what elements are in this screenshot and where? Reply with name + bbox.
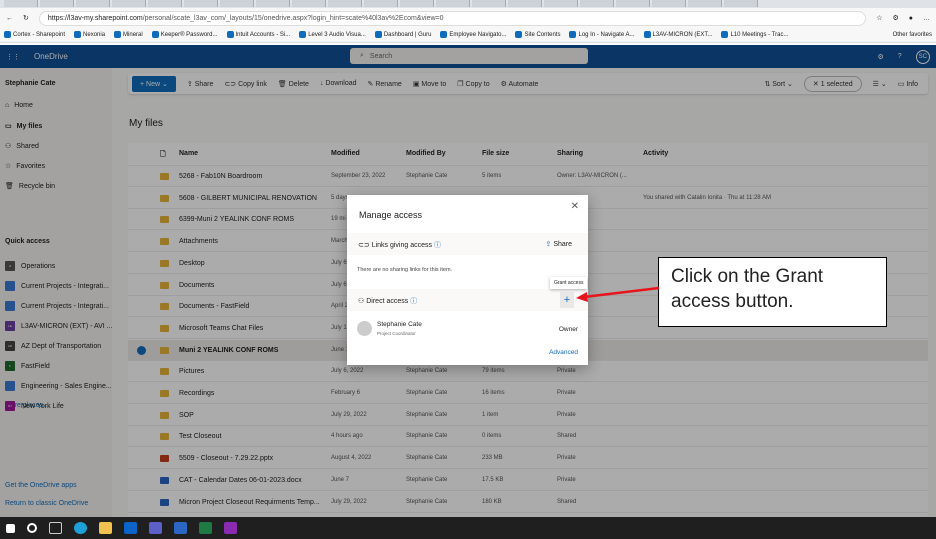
- address-bar[interactable]: https://l3av-my.sharepoint.com/personal/…: [38, 10, 867, 26]
- person-name: Stephanie Cate: [377, 321, 422, 328]
- refresh-icon[interactable]: ↻: [23, 14, 29, 22]
- bookmark-item[interactable]: Site Contents: [515, 31, 561, 39]
- address-row: ← ↻ https://l3av-my.sharepoint.com/perso…: [0, 8, 936, 28]
- bookmark-item[interactable]: Level 3 Audio Visua...: [299, 31, 366, 39]
- bookmark-label: Mineral: [123, 32, 143, 39]
- bookmark-label: Employee Navigato...: [449, 32, 507, 39]
- bookmark-favicon-icon: [569, 31, 577, 39]
- instruction-callout: Click on the Grant access button.: [658, 257, 887, 327]
- callout-arrow: [576, 286, 660, 302]
- bookmark-item[interactable]: Nexonia: [74, 31, 106, 39]
- bookmark-item[interactable]: Cortex - Sharepoint: [4, 31, 66, 39]
- dialog-title: Manage access: [359, 210, 423, 220]
- person-job-title: Project Coordinator: [377, 331, 416, 336]
- teams-icon[interactable]: [149, 522, 162, 534]
- bookmark-label: L10 Meetings - Trac...: [730, 32, 789, 39]
- extensions-icon[interactable]: ⚙: [892, 14, 898, 22]
- links-section-header: ⊂⊃ Links giving access ⓘ ⇪ Share: [347, 233, 588, 255]
- bookmark-label: Log In - Navigate A...: [578, 32, 635, 39]
- direct-access-title: ⚇ Direct access ⓘ: [358, 298, 418, 305]
- bookmark-favicon-icon: [299, 31, 307, 39]
- bookmark-label: Level 3 Audio Visua...: [308, 32, 366, 39]
- bookmark-item[interactable]: Log In - Navigate A...: [569, 31, 635, 39]
- direct-access-header: ⚇ Direct access ⓘ +: [347, 289, 588, 311]
- excel-icon[interactable]: [199, 522, 212, 534]
- bookmarks-bar: Cortex - Sharepoint Nexonia Mineral Keeper®…: [0, 28, 936, 43]
- bookmark-label: L3AV-MICRON (EXT...: [652, 32, 713, 39]
- bookmark-item[interactable]: Employee Navigato...: [440, 31, 507, 39]
- advanced-link[interactable]: Advanced: [549, 349, 578, 356]
- bookmark-item[interactable]: Keeper® Password...: [151, 31, 218, 39]
- outlook-icon[interactable]: [124, 522, 137, 534]
- profile-icon[interactable]: ●: [909, 15, 913, 22]
- more-icon[interactable]: …: [923, 15, 930, 22]
- start-icon[interactable]: [6, 523, 15, 533]
- bookmark-label: Dashboard | Guru: [383, 32, 432, 39]
- manage-access-dialog: Manage access ✕ ⊂⊃ Links giving access ⓘ…: [347, 195, 588, 365]
- links-title: ⊂⊃ Links giving access ⓘ: [358, 242, 441, 249]
- bookmark-item[interactable]: Dashboard | Guru: [374, 31, 432, 39]
- bookmark-label: Keeper® Password...: [160, 32, 218, 39]
- edge-icon[interactable]: [74, 522, 87, 534]
- task-view-icon[interactable]: [49, 522, 62, 534]
- back-icon[interactable]: ←: [6, 15, 13, 22]
- search-taskbar-icon[interactable]: [27, 523, 37, 533]
- bookmark-favicon-icon: [226, 31, 234, 39]
- permission-dropdown[interactable]: Owner: [559, 326, 578, 333]
- close-icon[interactable]: ✕: [571, 201, 579, 212]
- bookmark-favicon-icon: [643, 31, 651, 39]
- favorites-star-icon[interactable]: ☆: [876, 14, 882, 22]
- url-path: /personal/scate_l3av_com/_layouts/15/one…: [142, 14, 444, 22]
- bookmark-favicon-icon: [721, 31, 729, 39]
- other-favorites[interactable]: Other favorites: [893, 32, 932, 38]
- person-avatar: [357, 321, 372, 336]
- bookmark-item[interactable]: L10 Meetings - Trac...: [721, 31, 789, 39]
- bookmark-label: Intuit Accounts - Si...: [235, 32, 291, 39]
- bookmark-favicon-icon: [114, 31, 122, 39]
- file-explorer-icon[interactable]: [99, 522, 112, 534]
- bookmark-favicon-icon: [440, 31, 448, 39]
- taskbar: [0, 517, 936, 539]
- bookmark-item[interactable]: Intuit Accounts - Si...: [226, 31, 291, 39]
- bookmark-favicon-icon: [4, 31, 11, 39]
- bookmark-item[interactable]: L3AV-MICRON (EXT...: [643, 31, 713, 39]
- share-button[interactable]: ⇪ Share: [545, 240, 572, 248]
- bookmark-favicon-icon: [74, 31, 82, 39]
- bookmark-label: Cortex - Sharepoint: [13, 32, 66, 39]
- bookmark-item[interactable]: Mineral: [114, 31, 143, 39]
- onenote-icon[interactable]: [224, 522, 237, 534]
- bookmark-favicon-icon: [515, 31, 523, 39]
- no-links-text: There are no sharing links for this item…: [357, 267, 453, 273]
- browser-tab-strip[interactable]: [0, 0, 936, 8]
- bookmark-label: Site Contents: [524, 32, 561, 39]
- bookmark-label: Nexonia: [83, 32, 106, 39]
- bookmark-favicon-icon: [374, 31, 382, 39]
- word-icon[interactable]: [174, 522, 187, 534]
- bookmark-favicon-icon: [151, 31, 159, 39]
- url-host: https://l3av-my.sharepoint.com: [47, 14, 143, 22]
